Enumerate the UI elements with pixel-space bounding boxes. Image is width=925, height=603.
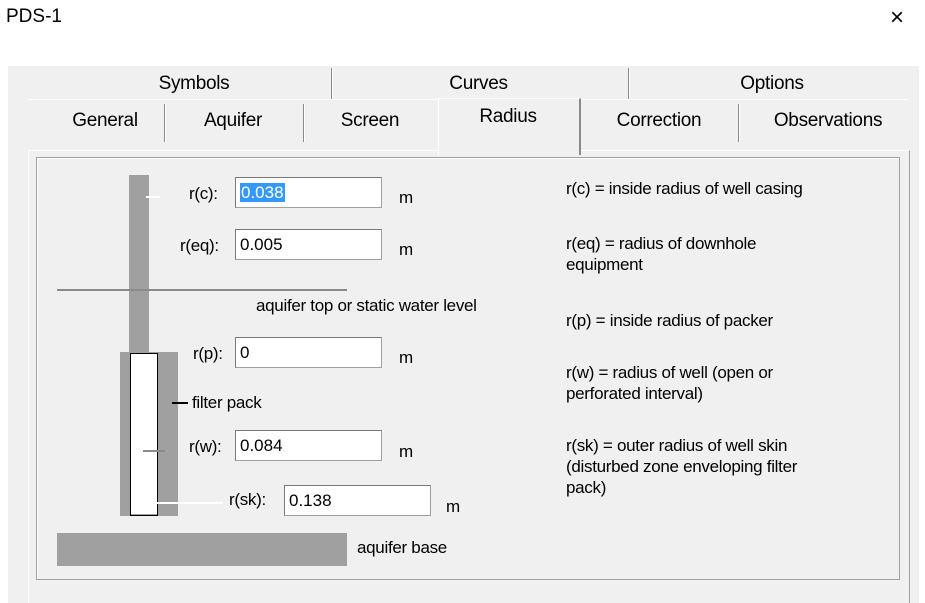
tab-separator bbox=[164, 104, 166, 142]
filter-pack-leader bbox=[172, 402, 188, 404]
well-casing bbox=[129, 175, 149, 353]
tab-separator bbox=[303, 104, 305, 142]
rsk-input[interactable]: 0.138 bbox=[284, 485, 431, 516]
rp-description: r(p) = inside radius of packer bbox=[566, 311, 773, 330]
req-label: r(eq): bbox=[180, 236, 219, 255]
rsk-leader-line bbox=[147, 502, 223, 504]
rw-leader-line bbox=[143, 450, 165, 452]
rc-label: r(c): bbox=[189, 184, 218, 203]
screen-outline-bottom bbox=[130, 515, 158, 516]
tab-radius[interactable]: Radius bbox=[440, 106, 576, 128]
rc-input[interactable]: 0.038 bbox=[235, 177, 382, 208]
rw-label: r(w): bbox=[189, 437, 222, 456]
filter-pack-label: filter pack bbox=[192, 393, 262, 412]
aquifer-base-bar bbox=[57, 533, 347, 566]
req-description-line2: equipment bbox=[566, 255, 643, 274]
tab-general[interactable]: General bbox=[50, 110, 160, 132]
rsk-label: r(sk): bbox=[229, 490, 266, 509]
tab-options[interactable]: Options bbox=[636, 73, 908, 95]
screen-outline-left bbox=[130, 353, 131, 516]
rsk-unit: m bbox=[446, 497, 461, 516]
aquifer-base-label: aquifer base bbox=[357, 538, 447, 557]
req-description-line1: r(eq) = radius of downhole bbox=[566, 234, 757, 253]
aquifer-top-label: aquifer top or static water level bbox=[256, 296, 477, 315]
rw-input[interactable]: 0.084 bbox=[235, 430, 382, 461]
rp-input[interactable]: 0 bbox=[235, 337, 382, 368]
rp-label: r(p): bbox=[193, 344, 223, 363]
req-unit: m bbox=[399, 240, 414, 259]
rsk-description-line2: (disturbed zone enveloping filter bbox=[566, 457, 798, 476]
rc-value: 0.038 bbox=[240, 183, 285, 202]
rc-leader-line bbox=[146, 196, 160, 198]
screen-outline-right bbox=[157, 353, 158, 516]
tab-symbols[interactable]: Symbols bbox=[66, 73, 322, 95]
tab-correction[interactable]: Correction bbox=[585, 110, 733, 132]
tab-separator bbox=[738, 104, 740, 142]
close-icon[interactable]: × bbox=[890, 6, 904, 30]
rw-description-line1: r(w) = radius of well (open or bbox=[566, 363, 773, 382]
tab-observations[interactable]: Observations bbox=[748, 110, 908, 132]
aquifer-top-line bbox=[57, 289, 347, 291]
rsk-description-line1: r(sk) = outer radius of well skin bbox=[566, 436, 788, 455]
rp-unit: m bbox=[399, 348, 414, 367]
tab-separator bbox=[628, 68, 630, 99]
rw-description-line2: perforated interval) bbox=[566, 384, 703, 403]
tab-separator bbox=[331, 68, 333, 99]
rc-unit: m bbox=[399, 188, 414, 207]
window-title: PDS-1 bbox=[6, 6, 62, 27]
well-bore bbox=[130, 354, 158, 514]
rc-description: r(c) = inside radius of well casing bbox=[566, 179, 803, 198]
tab-curves[interactable]: Curves bbox=[336, 73, 621, 95]
tab-screen[interactable]: Screen bbox=[308, 110, 432, 132]
req-input[interactable]: 0.005 bbox=[235, 229, 382, 260]
rw-unit: m bbox=[399, 442, 414, 461]
rsk-description-line3: pack) bbox=[566, 478, 607, 497]
screen-outline-top bbox=[130, 353, 158, 354]
tab-aquifer[interactable]: Aquifer bbox=[170, 110, 296, 132]
